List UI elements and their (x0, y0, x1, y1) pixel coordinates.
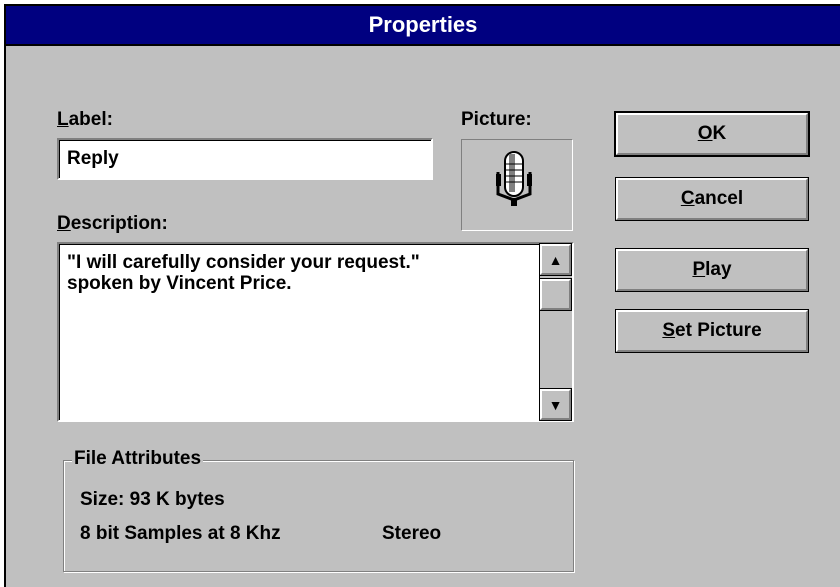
properties-dialog: Properties Label: Reply Picture: Descrip… (4, 4, 840, 587)
picture-well (461, 139, 573, 231)
file-attributes-title: File Attributes (72, 448, 204, 470)
description-text: "I will carefully consider your request.… (67, 252, 420, 294)
set-picture-button[interactable]: Set Picture (615, 309, 809, 353)
description-scrollbar[interactable]: ▲ ▼ (539, 243, 572, 421)
microphone-icon (496, 151, 532, 206)
arrow-down-icon: ▼ (548, 396, 563, 413)
picture-caption: Picture: (461, 109, 532, 130)
dialog-title: Properties (368, 12, 478, 37)
ok-button[interactable]: OK (614, 111, 810, 157)
label-caption: Label: (57, 109, 113, 130)
file-attributes-group: File Attributes Size: 93 K bytes 8 bit S… (63, 448, 574, 572)
title-bar[interactable]: Properties (6, 6, 840, 46)
play-button[interactable]: Play (615, 248, 809, 292)
description-textarea[interactable]: "I will carefully consider your request.… (57, 242, 574, 422)
file-channels-text: Stereo (382, 523, 442, 544)
label-input-value: Reply (67, 148, 119, 169)
file-samples-text: 8 bit Samples at 8 Khz (80, 523, 281, 544)
cancel-button[interactable]: Cancel (615, 177, 809, 221)
label-input[interactable]: Reply (57, 138, 433, 180)
arrow-up-icon: ▲ (548, 251, 563, 268)
scroll-up-button[interactable]: ▲ (539, 243, 572, 276)
description-caption: Description: (57, 213, 168, 234)
scroll-thumb[interactable] (539, 278, 572, 311)
scroll-down-button[interactable]: ▼ (539, 388, 572, 421)
file-size-text: Size: 93 K bytes (80, 489, 225, 510)
